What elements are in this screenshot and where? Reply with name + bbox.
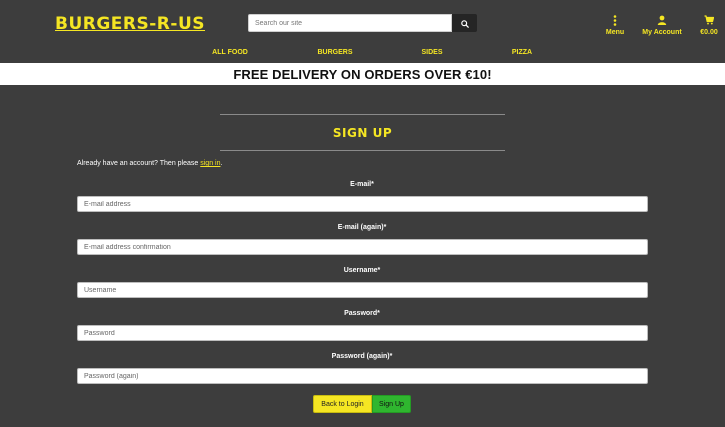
- cart-total: €0.00: [700, 29, 718, 36]
- menu-link-label: Menu: [605, 29, 625, 36]
- divider-bottom: [220, 150, 505, 151]
- already-have-account-text: Already have an account? Then please sig…: [77, 160, 222, 167]
- nav-item-pizza[interactable]: PIZZA: [512, 49, 532, 56]
- password-label: Password*: [344, 310, 380, 317]
- site-header: BURGERS-R-US Menu: [0, 0, 725, 63]
- sign-up-button[interactable]: Sign Up: [372, 395, 411, 413]
- user-icon: [657, 14, 667, 26]
- shopping-cart-icon: [704, 14, 714, 26]
- ellipsis-vertical-icon: [613, 14, 617, 26]
- username-field[interactable]: [77, 282, 648, 298]
- site-logo[interactable]: BURGERS-R-US: [55, 14, 205, 34]
- search-input[interactable]: [248, 14, 452, 32]
- username-label: Username*: [343, 267, 381, 274]
- email-field[interactable]: [77, 196, 648, 212]
- search-button[interactable]: [452, 14, 477, 32]
- form-buttons: Back to Login Sign Up: [313, 395, 411, 413]
- search-form: [248, 14, 477, 32]
- page-title: SIGN UP: [332, 126, 393, 140]
- my-account-label: My Account: [642, 29, 682, 36]
- nav-item-burgers[interactable]: BURGERS: [317, 49, 352, 56]
- my-account-link[interactable]: My Account: [638, 14, 686, 36]
- already-suffix: .: [220, 160, 223, 167]
- delivery-banner: FREE DELIVERY ON ORDERS OVER €10!: [0, 63, 725, 85]
- email-label: E-mail*: [350, 181, 374, 188]
- password-again-label: Password (again)*: [331, 353, 393, 360]
- nav-item-sides[interactable]: SIDES: [421, 49, 442, 56]
- menu-link[interactable]: Menu: [602, 14, 628, 36]
- password-field[interactable]: [77, 325, 648, 341]
- nav-item-all-food[interactable]: ALL FOOD: [212, 49, 248, 56]
- password-confirm-field[interactable]: [77, 368, 648, 384]
- main-nav: ALL FOOD BURGERS SIDES PIZZA: [0, 49, 725, 61]
- back-to-login-button[interactable]: Back to Login: [313, 395, 372, 413]
- already-prefix: Already have an account? Then please: [77, 160, 201, 167]
- cart-link[interactable]: €0.00: [695, 14, 723, 36]
- email-again-label: E-mail (again)*: [337, 224, 387, 231]
- search-icon: [460, 16, 469, 31]
- email-confirm-field[interactable]: [77, 239, 648, 255]
- sign-in-link[interactable]: sign in: [200, 160, 220, 167]
- divider-top: [220, 114, 505, 115]
